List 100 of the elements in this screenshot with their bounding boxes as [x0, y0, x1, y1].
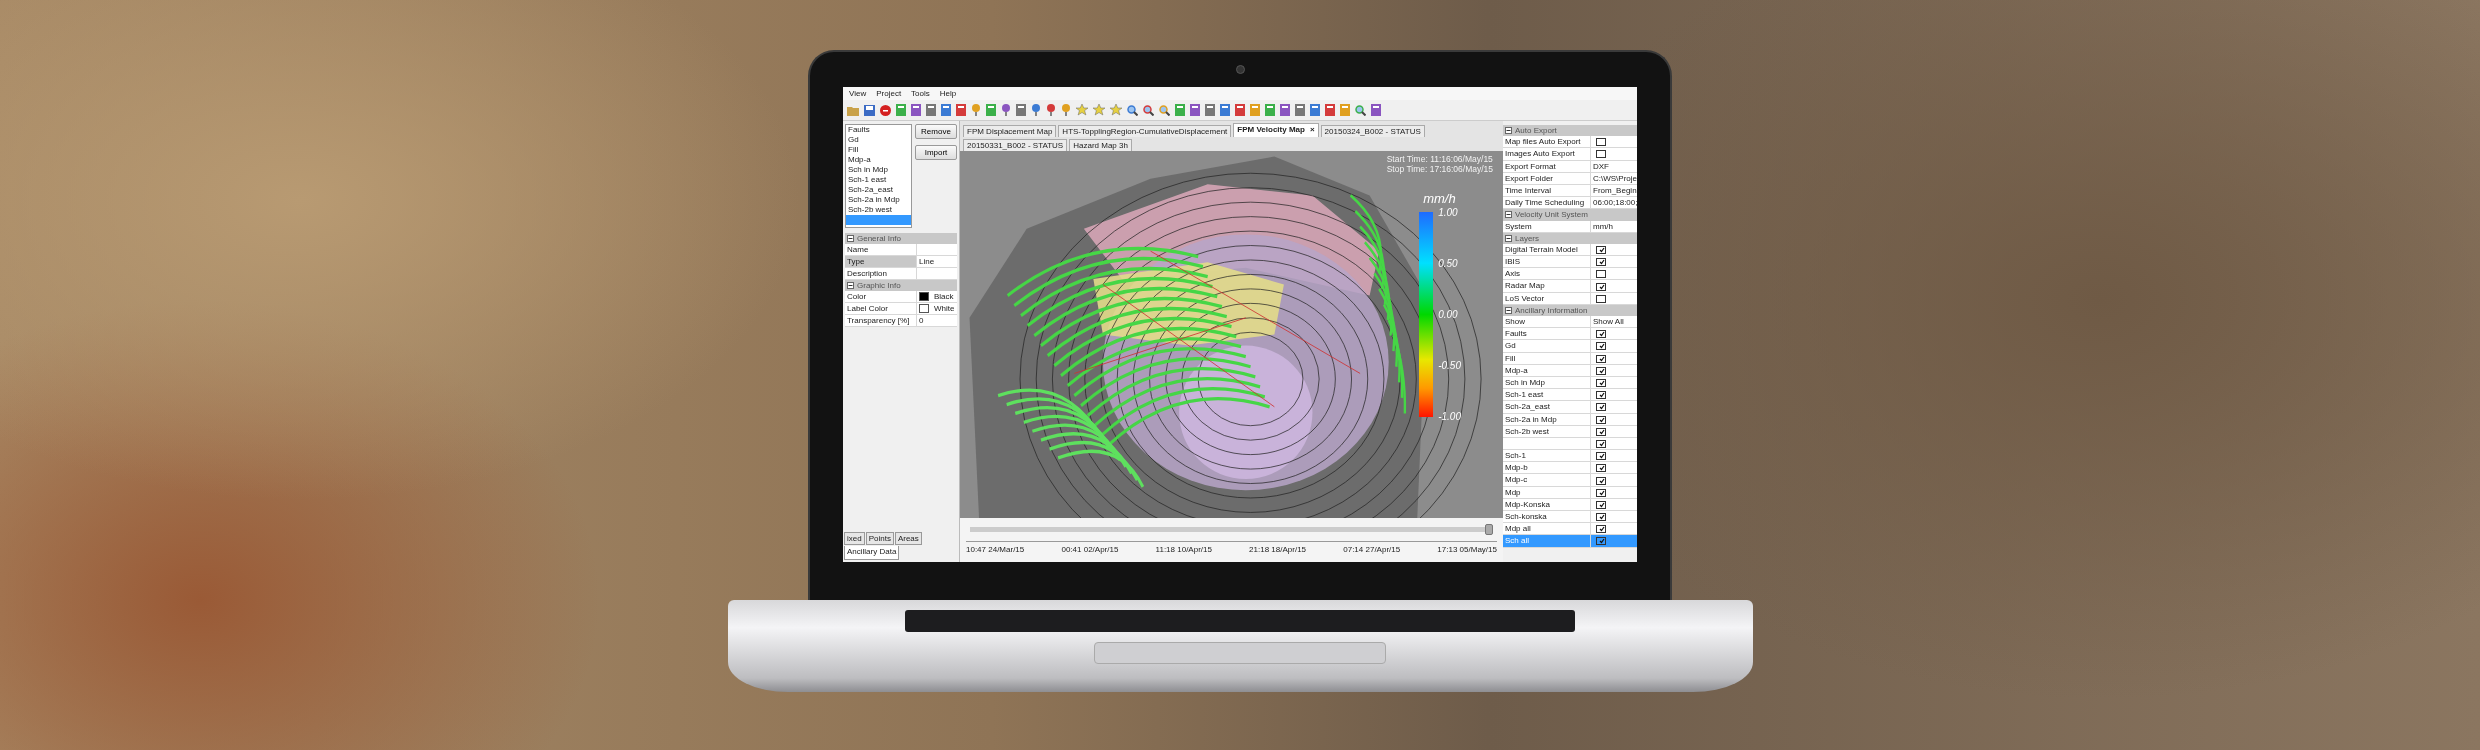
- section-header[interactable]: Layers: [1503, 232, 1637, 244]
- setting-name: Mdp-a: [1503, 364, 1591, 376]
- property-row[interactable]: Type Line: [845, 256, 957, 268]
- panel-tab[interactable]: ixed: [844, 532, 865, 545]
- menu-item[interactable]: Help: [939, 89, 957, 98]
- setting-name: Mdp: [1503, 486, 1591, 498]
- setting-name: Mdp-Konska: [1503, 498, 1591, 510]
- property-value: Line: [918, 256, 936, 267]
- map-tab[interactable]: HTS-TopplingRegion-CumulativeDisplacement: [1058, 125, 1232, 137]
- setting-row[interactable]: Mdp-b: [1503, 462, 1637, 475]
- map-tab[interactable]: Hazard Map 3h: [1069, 139, 1132, 151]
- setting-name: Sch-2a_east: [1503, 401, 1591, 413]
- setting-value: DXF: [1592, 160, 1610, 172]
- setting-name: Gd: [1503, 340, 1591, 352]
- legend-label: 0.00: [1438, 309, 1459, 320]
- time-label: 10:47 24/Mar/15: [966, 544, 1025, 554]
- map-tab[interactable]: FPM Displacement Map: [963, 125, 1057, 137]
- property-row[interactable]: Description: [845, 268, 957, 280]
- map-tab[interactable]: 20150331_B002 - STATUS: [963, 139, 1068, 151]
- section-header[interactable]: General Info: [845, 233, 957, 244]
- setting-name: Sch-2b west: [1503, 425, 1591, 437]
- property-row[interactable]: Transparency [%] 0: [845, 315, 957, 327]
- setting-row[interactable]: Gd: [1503, 340, 1637, 353]
- setting-value: 06:00;18:00;: [1592, 197, 1637, 209]
- setting-name: Fill: [1503, 352, 1591, 364]
- menu-item[interactable]: Project: [876, 89, 902, 98]
- setting-row[interactable]: Radar Map: [1503, 280, 1637, 293]
- legend-unit: mm/h: [1423, 191, 1456, 206]
- property-row[interactable]: Name: [845, 244, 957, 256]
- setting-name: Sch-1: [1503, 450, 1591, 462]
- time-label: 00:41 02/Apr/15: [1061, 544, 1119, 554]
- setting-row[interactable]: Sch-1: [1503, 450, 1637, 463]
- section-header[interactable]: Velocity Unit System: [1503, 209, 1637, 221]
- menu-item[interactable]: View: [849, 89, 867, 98]
- setting-name: Sch all: [1503, 535, 1591, 547]
- setting-row[interactable]: Map files Auto Export: [1503, 136, 1637, 149]
- setting-row[interactable]: Mdp all: [1503, 523, 1637, 536]
- property-name: Name: [845, 244, 917, 255]
- list-item[interactable]: Mdp-a: [846, 155, 911, 165]
- setting-name: Export Format: [1503, 160, 1591, 172]
- property-row[interactable]: Label Color White: [845, 303, 957, 315]
- section-header[interactable]: Graphic Info: [845, 280, 957, 291]
- property-name: Transparency [%]: [845, 315, 917, 326]
- map-tab[interactable]: FPM Velocity Map ×: [1233, 123, 1319, 137]
- setting-name: System: [1503, 220, 1591, 232]
- menu-item[interactable]: Tools: [911, 89, 930, 98]
- legend-label: -1.00: [1438, 411, 1461, 422]
- section-title: Auto Export: [1515, 126, 1557, 136]
- setting-value: mm/h: [1592, 220, 1614, 232]
- setting-name: Sch in Mdp: [1503, 376, 1591, 389]
- legend-label: 0.50: [1438, 258, 1459, 269]
- legend-label: -0.50: [1438, 360, 1461, 371]
- setting-value: Show All: [1592, 316, 1625, 328]
- list-item[interactable]: Sch-2a_east: [846, 185, 911, 195]
- section-title: Ancillary Information: [1515, 305, 1588, 315]
- list-item[interactable]: Sch-1 east: [846, 175, 911, 185]
- setting-name: Daily Time Scheduling: [1503, 197, 1591, 209]
- setting-value: C:\WS\Proje: [1592, 172, 1637, 184]
- setting-name: Sch-konska: [1503, 511, 1591, 523]
- action-button[interactable]: Remove: [915, 124, 957, 139]
- setting-row[interactable]: Sch-2a_east: [1503, 401, 1637, 414]
- setting-name: IBIS: [1503, 256, 1591, 268]
- setting-name: Mdp-c: [1503, 474, 1591, 486]
- layer-list[interactable]: Faults Gd Fill Mdp-a Sch in Mdp Sch-1 east Sch-2a_east Sch-2a in Mdp Sch-2b west: [845, 124, 912, 228]
- setting-name: Faults: [1503, 328, 1591, 340]
- setting-row[interactable]: Sch-konska: [1503, 511, 1637, 524]
- panel-tab[interactable]: Ancillary Data: [844, 546, 900, 560]
- list-item[interactable]: Gd: [846, 135, 911, 145]
- property-name: Description: [845, 268, 917, 279]
- setting-row[interactable]: Sch-1 east: [1503, 389, 1637, 402]
- setting-name: Digital Terrain Model: [1503, 243, 1591, 256]
- setting-name: Mdp all: [1503, 523, 1591, 535]
- setting-row[interactable]: Show Show All: [1503, 316, 1637, 329]
- panel-tab[interactable]: Areas: [894, 532, 922, 545]
- list-item[interactable]: Fill: [846, 145, 911, 155]
- setting-name: Images Auto Export: [1503, 148, 1591, 160]
- setting-row[interactable]: IBIS: [1503, 256, 1637, 269]
- setting-row[interactable]: Mdp-c: [1503, 474, 1637, 487]
- stop-time: Stop Time: 17:16:06/May/15: [1386, 164, 1493, 174]
- map-tab[interactable]: 20150324_B002 - STATUS: [1320, 125, 1425, 137]
- property-row[interactable]: Color Black: [845, 291, 957, 303]
- setting-name: Time Interval: [1503, 184, 1591, 197]
- close-icon[interactable]: ×: [1309, 125, 1315, 134]
- time-label: 17:13 05/May/15: [1437, 544, 1497, 554]
- setting-row[interactable]: Axis: [1503, 268, 1637, 281]
- list-item[interactable]: Sch-2a in Mdp: [846, 195, 911, 205]
- time-label: 21:18 18/Apr/15: [1249, 544, 1307, 554]
- setting-name: Mdp-b: [1503, 462, 1591, 474]
- setting-row[interactable]: Images Auto Export: [1503, 148, 1637, 161]
- list-item[interactable]: Faults: [846, 125, 911, 135]
- panel-tab[interactable]: Points: [865, 532, 894, 545]
- legend-label: 1.00: [1438, 207, 1459, 218]
- list-item[interactable]: Sch-2b west: [846, 205, 911, 215]
- list-item[interactable]: Sch in Mdp: [846, 165, 911, 175]
- setting-row[interactable]: Faults: [1503, 328, 1637, 341]
- section-header[interactable]: Auto Export: [1503, 125, 1637, 137]
- section-title: Layers: [1515, 233, 1539, 243]
- setting-row[interactable]: Daily Time Scheduling 06:00;18:00;: [1503, 197, 1637, 210]
- setting-name: Sch-1 east: [1503, 389, 1591, 401]
- action-button[interactable]: Import: [915, 145, 957, 160]
